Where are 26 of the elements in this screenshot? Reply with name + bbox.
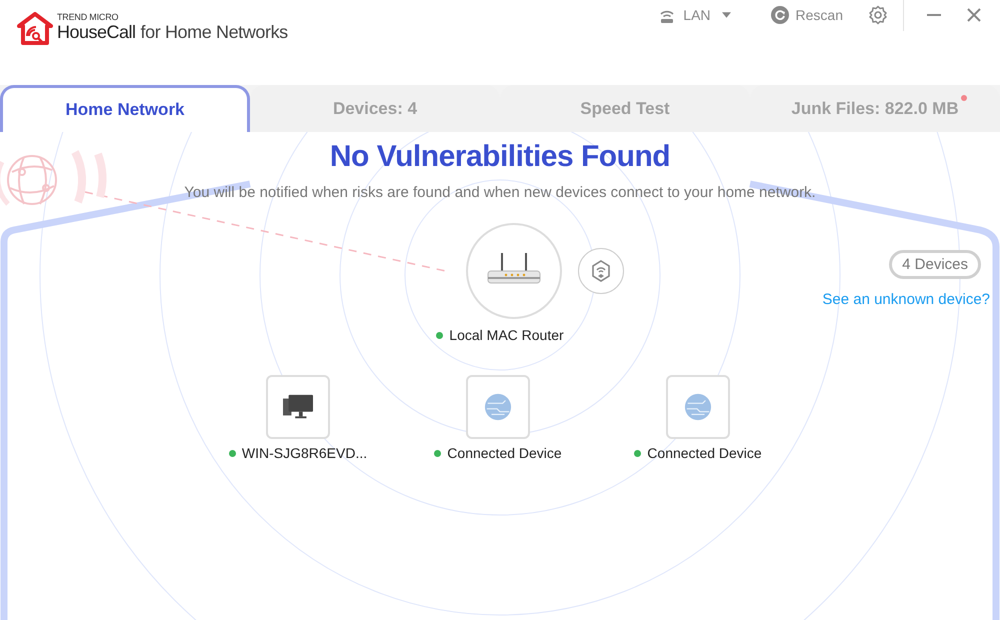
settings-icon[interactable] [868, 5, 888, 25]
brand-name: TREND MICRO [57, 12, 120, 22]
rescan-button[interactable]: Rescan [766, 6, 848, 24]
device-node[interactable] [266, 375, 330, 439]
shield-wifi-icon [591, 260, 611, 282]
caret-icon [722, 12, 731, 18]
device-name: Connected Device [447, 445, 562, 461]
globe-device-icon [483, 393, 513, 421]
computer-icon [283, 393, 313, 421]
status-message: You will be notified when risks are found and when new devices connect to your home network. [184, 184, 816, 201]
product-name: HouseCall [57, 22, 136, 43]
globe-device-icon [683, 393, 713, 421]
home-wifi-button[interactable] [578, 248, 624, 294]
house-logo-icon [17, 12, 53, 46]
refresh-icon [770, 6, 789, 24]
status-title: No Vulnerabilities Found [330, 140, 670, 174]
product-subtitle: for Home Networks [140, 22, 288, 43]
device-node[interactable] [466, 375, 530, 439]
device-name: Connected Device [647, 445, 762, 461]
router-name: Local MAC Router [449, 327, 564, 343]
device-node[interactable] [666, 375, 730, 439]
connection-dropdown[interactable]: LAN [653, 6, 736, 24]
device-name: WIN-SJG8R6EVD... [242, 445, 368, 461]
unknown-device-link[interactable]: See an unknown device? [822, 291, 990, 308]
tab[interactable]: Home Network [0, 85, 250, 132]
device-count-badge: 4 Devices [889, 250, 981, 279]
